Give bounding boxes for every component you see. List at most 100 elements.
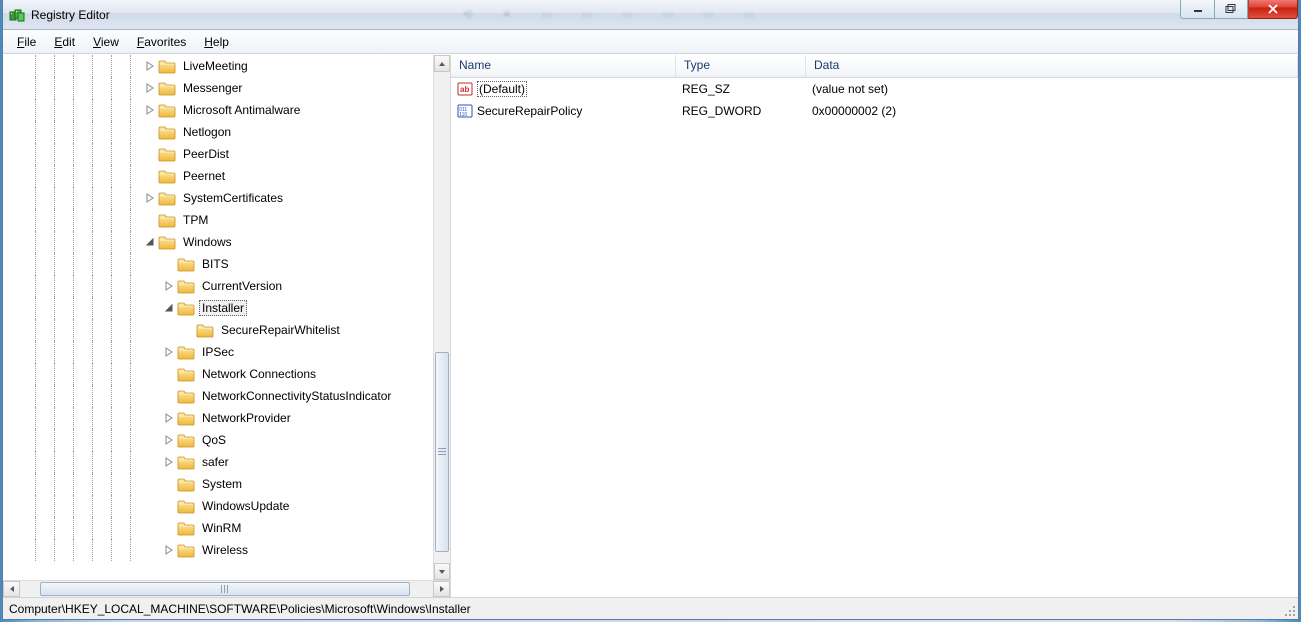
menu-edit[interactable]: Edit (46, 33, 83, 51)
tree-item-label: Network Connections (199, 366, 319, 382)
expand-icon[interactable] (142, 58, 158, 74)
folder-icon (177, 300, 195, 316)
window-controls (1180, 0, 1298, 19)
resize-grip-icon[interactable] (1284, 605, 1296, 617)
expand-icon[interactable] (142, 190, 158, 206)
tree-item[interactable]: Netlogon (3, 121, 433, 143)
expand-icon[interactable] (142, 102, 158, 118)
tree-item[interactable]: NetworkConnectivityStatusIndicator (3, 385, 433, 407)
maximize-button[interactable] (1214, 0, 1248, 19)
folder-icon (158, 234, 176, 250)
tree-item-label: Installer (199, 300, 247, 316)
expand-icon[interactable] (161, 454, 177, 470)
collapse-icon[interactable] (142, 234, 158, 250)
tree-item[interactable]: Wireless (3, 539, 433, 561)
expand-icon[interactable] (161, 278, 177, 294)
tree-item[interactable]: PeerDist (3, 143, 433, 165)
tree-item[interactable]: WindowsUpdate (3, 495, 433, 517)
tree-item-label: Microsoft Antimalware (180, 102, 303, 118)
folder-icon (177, 344, 195, 360)
tree-item-label: CurrentVersion (199, 278, 285, 294)
values-list[interactable]: ab (Default)REG_SZ(value not set) 011 11… (451, 78, 1298, 597)
tree-item[interactable]: BITS (3, 253, 433, 275)
value-name: SecureRepairPolicy (477, 104, 582, 118)
expand-icon[interactable] (161, 410, 177, 426)
tree-horizontal-scrollbar[interactable] (3, 580, 450, 597)
folder-icon (177, 388, 195, 404)
tree-item-label: NetworkProvider (199, 410, 294, 426)
tree-item-label: Netlogon (180, 124, 234, 140)
expand-icon[interactable] (161, 344, 177, 360)
menu-favorites[interactable]: Favorites (129, 33, 194, 51)
value-row[interactable]: 011 110 SecureRepairPolicyREG_DWORD0x000… (451, 100, 1298, 122)
scroll-up-button[interactable] (434, 55, 450, 72)
folder-icon (177, 476, 195, 492)
folder-icon (158, 168, 176, 184)
scroll-thumb[interactable] (40, 582, 410, 596)
column-name[interactable]: Name (451, 55, 676, 77)
registry-tree[interactable]: LiveMeeting Messenger Microsoft Antimalw… (3, 55, 433, 561)
column-data[interactable]: Data (806, 55, 1298, 77)
expand-icon[interactable] (161, 432, 177, 448)
tree-item[interactable]: TPM (3, 209, 433, 231)
folder-icon (177, 410, 195, 426)
menubar: File Edit View Favorites Help (3, 30, 1298, 54)
tree-item[interactable]: LiveMeeting (3, 55, 433, 77)
folder-icon (177, 432, 195, 448)
menu-view[interactable]: View (85, 33, 127, 51)
folder-icon (158, 190, 176, 206)
svg-text:110: 110 (459, 112, 467, 118)
folder-icon (158, 58, 176, 74)
tree-item[interactable]: NetworkProvider (3, 407, 433, 429)
tree-item[interactable]: SecureRepairWhitelist (3, 319, 433, 341)
tree-item[interactable]: SystemCertificates (3, 187, 433, 209)
tree-item[interactable]: Windows (3, 231, 433, 253)
tree-item-label: Messenger (180, 80, 245, 96)
value-data: (value not set) (806, 82, 1298, 96)
folder-icon (158, 146, 176, 162)
tree-item-label: System (199, 476, 245, 492)
tree-item-label: WinRM (199, 520, 244, 536)
tree-item[interactable]: Peernet (3, 165, 433, 187)
content-area: LiveMeeting Messenger Microsoft Antimalw… (3, 54, 1298, 597)
scroll-right-button[interactable] (433, 581, 450, 597)
svg-text:ab: ab (460, 85, 469, 94)
tree-item[interactable]: CurrentVersion (3, 275, 433, 297)
folder-icon (158, 80, 176, 96)
tree-item[interactable]: System (3, 473, 433, 495)
values-header: Name Type Data (451, 55, 1298, 78)
background-blur: ⟲✕▭▭▭▭▭▭ (463, 0, 1138, 29)
folder-icon (177, 498, 195, 514)
tree-item[interactable]: Microsoft Antimalware (3, 99, 433, 121)
menu-file[interactable]: File (9, 33, 44, 51)
string-value-icon: ab (457, 81, 473, 97)
menu-help[interactable]: Help (196, 33, 237, 51)
scroll-down-button[interactable] (434, 563, 450, 580)
tree-item-label: Windows (180, 234, 235, 250)
collapse-icon[interactable] (161, 300, 177, 316)
registry-tree-panel: LiveMeeting Messenger Microsoft Antimalw… (3, 55, 451, 597)
tree-item[interactable]: WinRM (3, 517, 433, 539)
expand-icon[interactable] (161, 542, 177, 558)
tree-item[interactable]: QoS (3, 429, 433, 451)
tree-item[interactable]: Installer (3, 297, 433, 319)
tree-item[interactable]: Messenger (3, 77, 433, 99)
column-type[interactable]: Type (676, 55, 806, 77)
close-button[interactable] (1248, 0, 1298, 19)
folder-icon (177, 542, 195, 558)
expand-icon[interactable] (142, 80, 158, 96)
tree-item[interactable]: IPSec (3, 341, 433, 363)
regedit-icon (9, 7, 25, 23)
value-type: REG_SZ (676, 82, 806, 96)
folder-icon (158, 102, 176, 118)
scroll-thumb[interactable] (435, 352, 449, 552)
tree-vertical-scrollbar[interactable] (433, 55, 450, 580)
value-row[interactable]: ab (Default)REG_SZ(value not set) (451, 78, 1298, 100)
scroll-left-button[interactable] (3, 581, 20, 597)
window-title: Registry Editor (31, 8, 110, 22)
minimize-button[interactable] (1180, 0, 1214, 19)
tree-item[interactable]: safer (3, 451, 433, 473)
tree-item[interactable]: Network Connections (3, 363, 433, 385)
folder-icon (158, 212, 176, 228)
tree-item-label: LiveMeeting (180, 58, 251, 74)
